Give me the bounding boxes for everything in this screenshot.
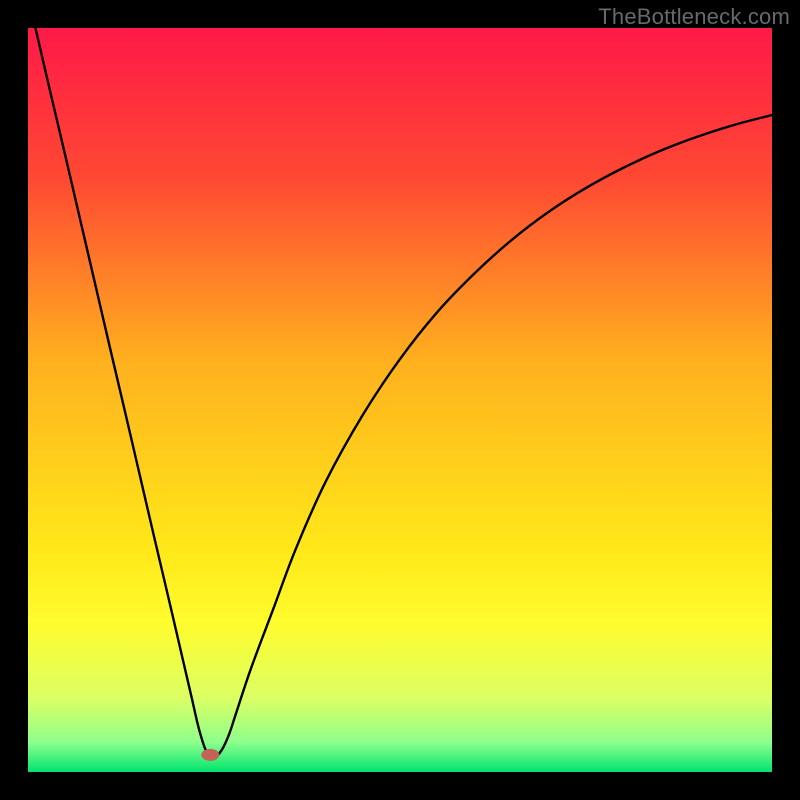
gradient-background (28, 28, 772, 772)
watermark-text: TheBottleneck.com (598, 4, 790, 30)
chart-svg (28, 28, 772, 772)
chart-plot-area (28, 28, 772, 772)
chart-frame: TheBottleneck.com (0, 0, 800, 800)
minimum-marker (201, 749, 219, 761)
